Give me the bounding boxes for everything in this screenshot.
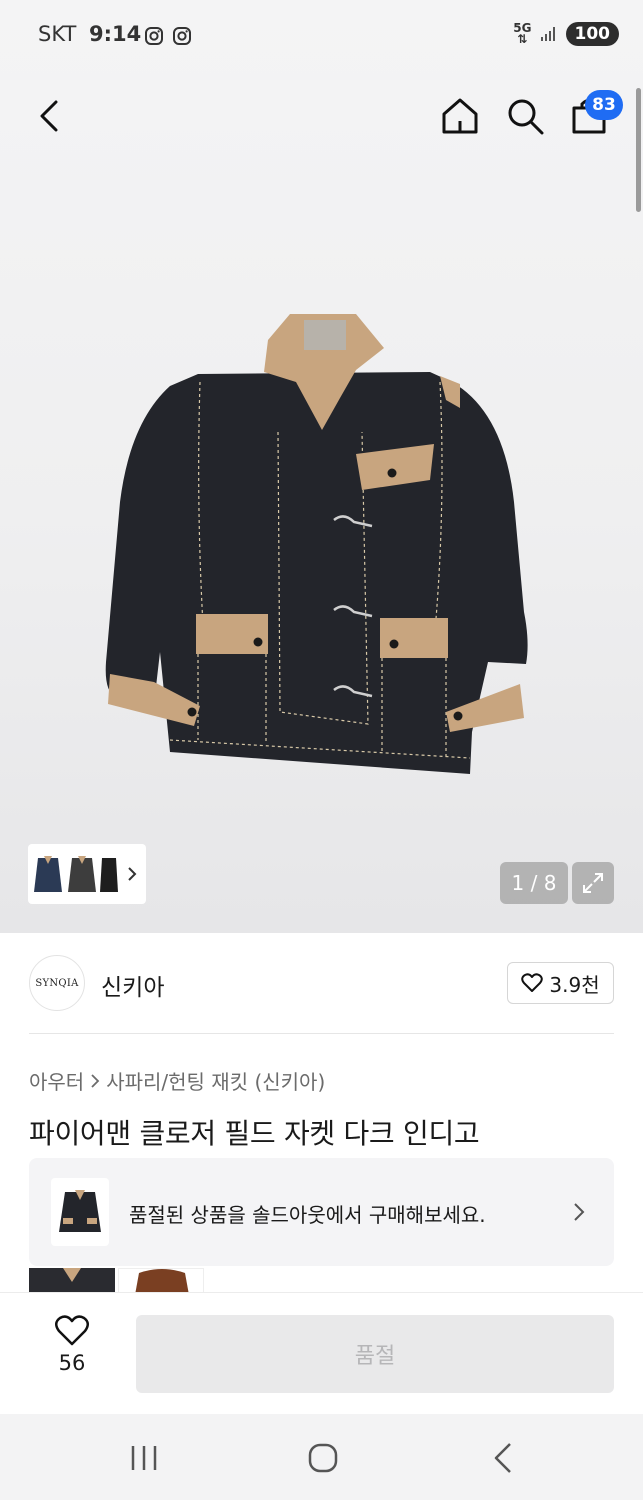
denim-jacket-image — [105, 314, 528, 774]
heart-icon — [521, 973, 544, 992]
soldout-banner-text: 품절된 상품을 솔드아웃에서 구매해보세요. — [129, 1203, 486, 1227]
recent-apps-icon[interactable] — [124, 1440, 164, 1476]
product-title: 파이어맨 클로저 필드 자켓 다크 인디고 — [29, 1117, 480, 1150]
brand-logo[interactable]: SYNQIA — [29, 955, 85, 1011]
brand-like-count: 3.9천 — [549, 972, 600, 997]
chevron-right-icon — [91, 1073, 100, 1088]
color-option-dark[interactable] — [29, 1268, 115, 1294]
status-indicators: 5G ⇅ 100 — [513, 22, 619, 46]
product-detail-page: SKT 9:14 5G ⇅ 100 83 1 / 8 SYNQIA 신키아 3.… — [0, 0, 643, 1500]
instagram-icon — [145, 27, 163, 45]
instagram-icon — [173, 27, 191, 45]
purchase-bar: 56 품절 — [0, 1292, 643, 1414]
soldout-product-thumbnail — [51, 1178, 109, 1246]
soldout-buy-button[interactable]: 품절 — [136, 1315, 614, 1393]
status-carrier: SKT 9:14 — [38, 22, 141, 46]
expand-icon — [583, 873, 603, 893]
network-5g-icon: 5G ⇅ — [513, 21, 532, 46]
color-option-brown[interactable] — [118, 1268, 204, 1294]
system-navigation-bar — [0, 1414, 643, 1500]
chevron-right-icon — [574, 1203, 585, 1221]
color-option-image — [135, 1269, 189, 1293]
search-icon[interactable] — [503, 94, 547, 138]
thumbnail-black[interactable] — [100, 850, 118, 898]
color-option-image — [29, 1268, 115, 1294]
system-back-icon[interactable] — [484, 1440, 524, 1476]
breadcrumb-subcategory[interactable]: 사파리/헌팅 재킷 (신키아) — [106, 1066, 325, 1095]
thumbnail-navy[interactable] — [32, 850, 64, 898]
clock: 9:14 — [89, 22, 142, 46]
scrollbar[interactable] — [636, 88, 641, 212]
cart-count-badge: 83 — [585, 90, 623, 120]
brand-like-button[interactable]: 3.9천 — [507, 962, 614, 1004]
breadcrumb-category[interactable]: 아우터 — [29, 1066, 84, 1095]
status-bar: SKT 9:14 5G ⇅ 100 — [0, 0, 643, 72]
wishlist-button[interactable]: 56 — [40, 1315, 104, 1385]
breadcrumb: 아우터 사파리/헌팅 재킷 (신키아) — [29, 1066, 325, 1095]
color-thumbnail-strip[interactable] — [28, 844, 146, 904]
thumbnail-charcoal[interactable] — [66, 850, 98, 898]
signal-icon — [540, 27, 555, 41]
image-counter: 1 / 8 — [500, 862, 568, 904]
chevron-right-icon[interactable] — [126, 865, 138, 883]
carrier-label: SKT — [38, 22, 77, 46]
product-gallery[interactable]: SKT 9:14 5G ⇅ 100 83 1 / 8 — [0, 0, 643, 933]
battery-indicator: 100 — [565, 22, 619, 46]
network-label: 5G — [513, 21, 532, 35]
divider — [29, 1033, 614, 1034]
soldout-banner[interactable]: 품절된 상품을 솔드아웃에서 구매해보세요. — [29, 1158, 614, 1266]
heart-icon — [55, 1315, 89, 1346]
brand-name[interactable]: 신키아 — [101, 968, 164, 1002]
back-arrow-icon[interactable] — [32, 94, 68, 138]
expand-button[interactable] — [572, 862, 614, 904]
wishlist-count: 56 — [58, 1351, 86, 1375]
home-icon[interactable] — [438, 94, 482, 138]
home-button-icon[interactable] — [303, 1440, 343, 1476]
